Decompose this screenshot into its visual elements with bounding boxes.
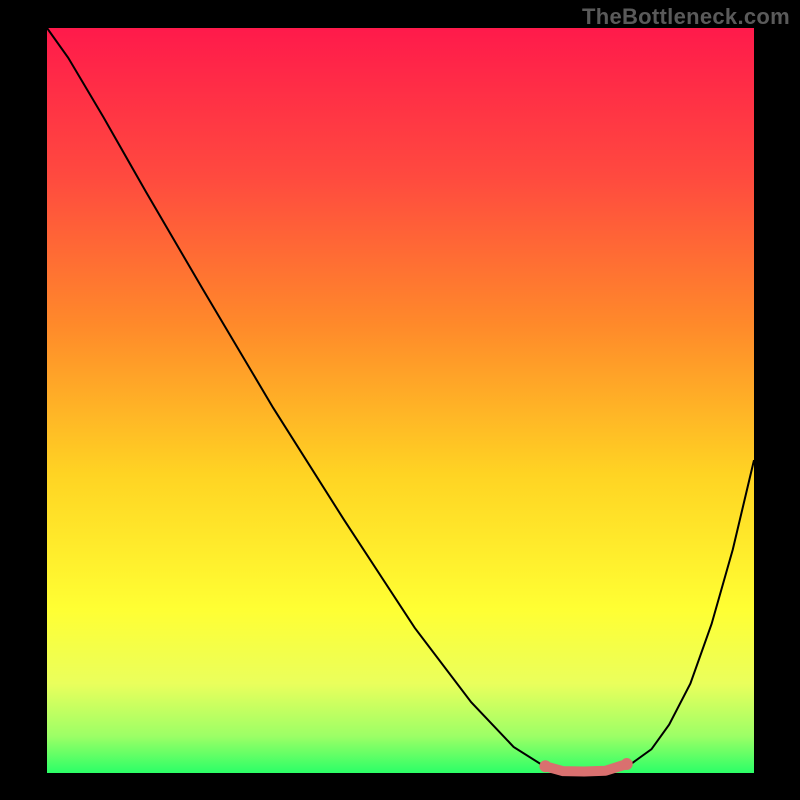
series-optimal-zone-endpoint <box>621 758 633 770</box>
watermark-text: TheBottleneck.com <box>582 4 790 30</box>
chart-frame: TheBottleneck.com <box>0 0 800 800</box>
series-optimal-zone-endpoint <box>539 760 551 772</box>
bottleneck-chart <box>0 0 800 800</box>
plot-background <box>47 28 754 773</box>
